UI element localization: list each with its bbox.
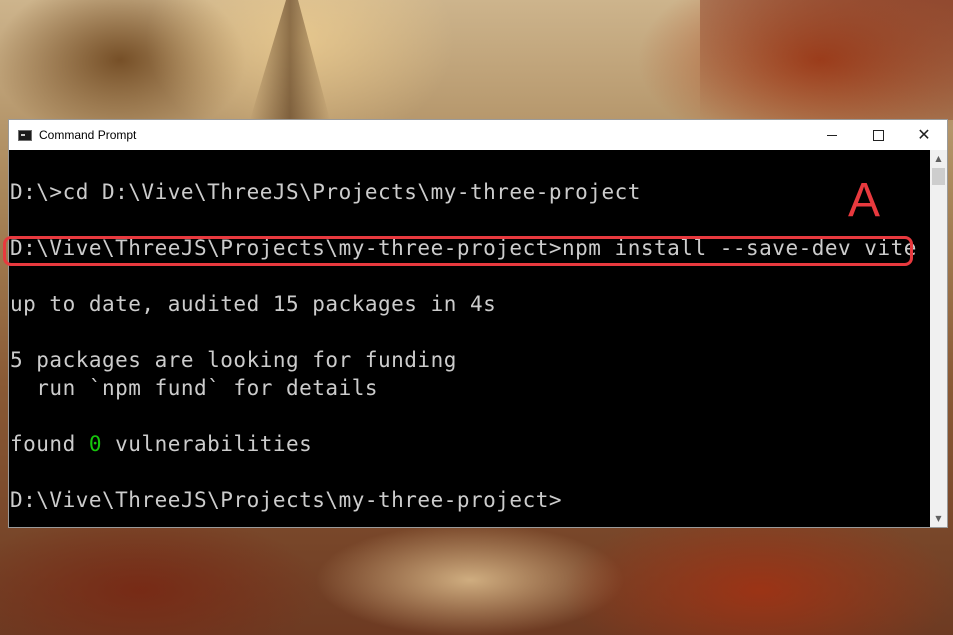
console-line-vulnerabilities: found 0 vulnerabilities <box>10 432 312 456</box>
close-icon: ✕ <box>917 125 931 144</box>
command-prompt-window[interactable]: Command Prompt ✕ D:\>cd D:\Vive\ThreeJS\… <box>8 119 948 528</box>
maximize-button[interactable] <box>855 120 901 150</box>
command-highlight-box <box>3 236 913 266</box>
console-icon <box>18 129 32 141</box>
scroll-up-arrow-icon[interactable]: ▲ <box>930 150 947 167</box>
vertical-scrollbar[interactable]: ▲ ▼ <box>930 150 947 527</box>
vulnerabilities-prefix: found <box>10 432 89 456</box>
wallpaper-spire <box>250 0 330 120</box>
scroll-thumb[interactable] <box>932 168 945 185</box>
close-button[interactable]: ✕ <box>901 120 947 150</box>
console-line-fund-hint: run `npm fund` for details <box>10 376 379 400</box>
annotation-label: A <box>848 174 881 227</box>
console-line-cd: D:\>cd D:\Vive\ThreeJS\Projects\my-three… <box>10 180 641 204</box>
minimize-button[interactable] <box>809 120 855 150</box>
window-title: Command Prompt <box>39 128 137 142</box>
maximize-icon <box>872 129 884 141</box>
vulnerabilities-suffix: vulnerabilities <box>102 432 313 456</box>
title-bar[interactable]: Command Prompt ✕ <box>9 120 947 150</box>
console-line-funding: 5 packages are looking for funding <box>10 348 457 372</box>
minimize-icon <box>827 134 837 136</box>
console-line-audit: up to date, audited 15 packages in 4s <box>10 292 497 316</box>
scroll-down-arrow-icon[interactable]: ▼ <box>930 510 947 527</box>
wallpaper-rock <box>700 0 953 120</box>
console-line-prompt: D:\Vive\ThreeJS\Projects\my-three-projec… <box>10 488 563 512</box>
console-output[interactable]: D:\>cd D:\Vive\ThreeJS\Projects\my-three… <box>9 150 930 527</box>
window-controls: ✕ <box>809 120 947 150</box>
vulnerability-count: 0 <box>88 432 103 456</box>
